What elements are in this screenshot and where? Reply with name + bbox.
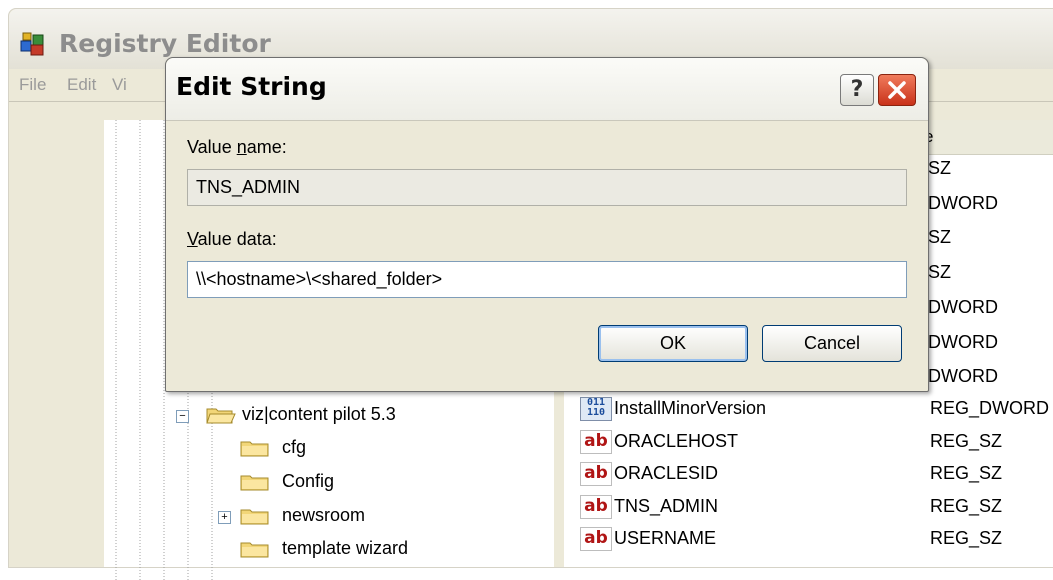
value-data-label: Value data: [187,229,277,249]
dialog-body: Value name: TNS_ADMIN Value data: \\<hos… [166,121,928,391]
value-type-cell: REG_SZ [930,463,1003,483]
tree-node-label: viz|content pilot 5.3 [242,404,396,424]
menu-file[interactable]: File [19,75,46,95]
value-name-cell: USERNAME [614,528,717,548]
tree-node-label: template wizard [282,538,409,558]
value-name-cell: ORACLEHOST [614,430,739,451]
folder-icon [240,509,269,525]
value-name-cell: InstallMinorVersion [614,398,767,418]
type-cell-fragment: _DWORD [918,192,998,213]
tree-node-label: Config [282,471,335,491]
value-name-cell: TNS_ADMIN [614,495,719,516]
edit-string-dialog: Edit String ? Value name: TNS_ADMIN Valu… [165,57,929,392]
binary-value-icon: 011 110 [580,397,612,421]
value-type-cell: REG_SZ [930,528,1003,548]
value-name-label: Value name: [187,137,287,157]
folder-icon [240,441,269,457]
folder-icon [240,475,269,491]
table-row[interactable]: ab ORACLESID REG_SZ [576,461,1053,489]
help-button[interactable]: ? [840,74,874,106]
menu-view[interactable]: Vi [112,75,127,95]
tree-node[interactable]: Config [0,470,540,496]
tree-node[interactable]: + newsroom [0,504,540,530]
value-name-cell: ORACLESID [614,463,719,483]
table-row[interactable]: ab TNS_ADMIN REG_SZ [576,494,1053,522]
string-value-icon: ab [580,462,612,486]
value-type-cell: REG_DWORD [930,398,1050,418]
tree-node-label: cfg [282,437,307,457]
values-list: 011 110 InstallMinorVersion REG_DWORD ab ORAC… [576,396,1053,560]
folder-icon [240,542,269,558]
table-row[interactable]: ab ORACLEHOST REG_SZ [576,429,1053,457]
cancel-button[interactable]: Cancel [762,325,902,362]
main-window-title: Registry Editor [59,29,271,58]
menu-edit[interactable]: Edit [67,75,96,95]
close-icon [888,81,906,99]
string-value-icon: ab [580,429,612,454]
type-cell-fragment: _DWORD [918,331,998,352]
type-cell-fragment: _DWORD [918,366,998,387]
close-button[interactable] [878,74,916,106]
tree-node[interactable]: template wizard [0,537,540,563]
type-cell-fragment: _DWORD [918,296,998,317]
string-value-icon: ab [580,527,612,551]
registry-editor-icon [20,32,44,56]
open-folder-icon [206,408,236,424]
table-row[interactable]: 011 110 InstallMinorVersion REG_DWORD [576,396,1053,424]
tree-node[interactable]: − viz|content pilot 5.3 [0,403,540,429]
expand-icon[interactable]: + [218,511,231,524]
table-row[interactable]: ab USERNAME REG_SZ [576,526,1053,554]
value-name-field: TNS_ADMIN [187,169,907,206]
tree-node[interactable]: cfg [0,436,540,462]
dialog-title-bar[interactable]: Edit String ? [166,58,928,121]
value-type-cell: REG_SZ [930,430,1003,451]
value-data-input[interactable]: \\<hostname>\<shared_folder> [187,261,907,298]
collapse-icon[interactable]: − [176,410,189,423]
tree-node-label: newsroom [282,505,366,525]
dialog-title: Edit String [176,72,327,101]
ok-button[interactable]: OK [598,325,748,362]
value-type-cell: REG_SZ [930,495,1003,516]
string-value-icon: ab [580,494,612,519]
